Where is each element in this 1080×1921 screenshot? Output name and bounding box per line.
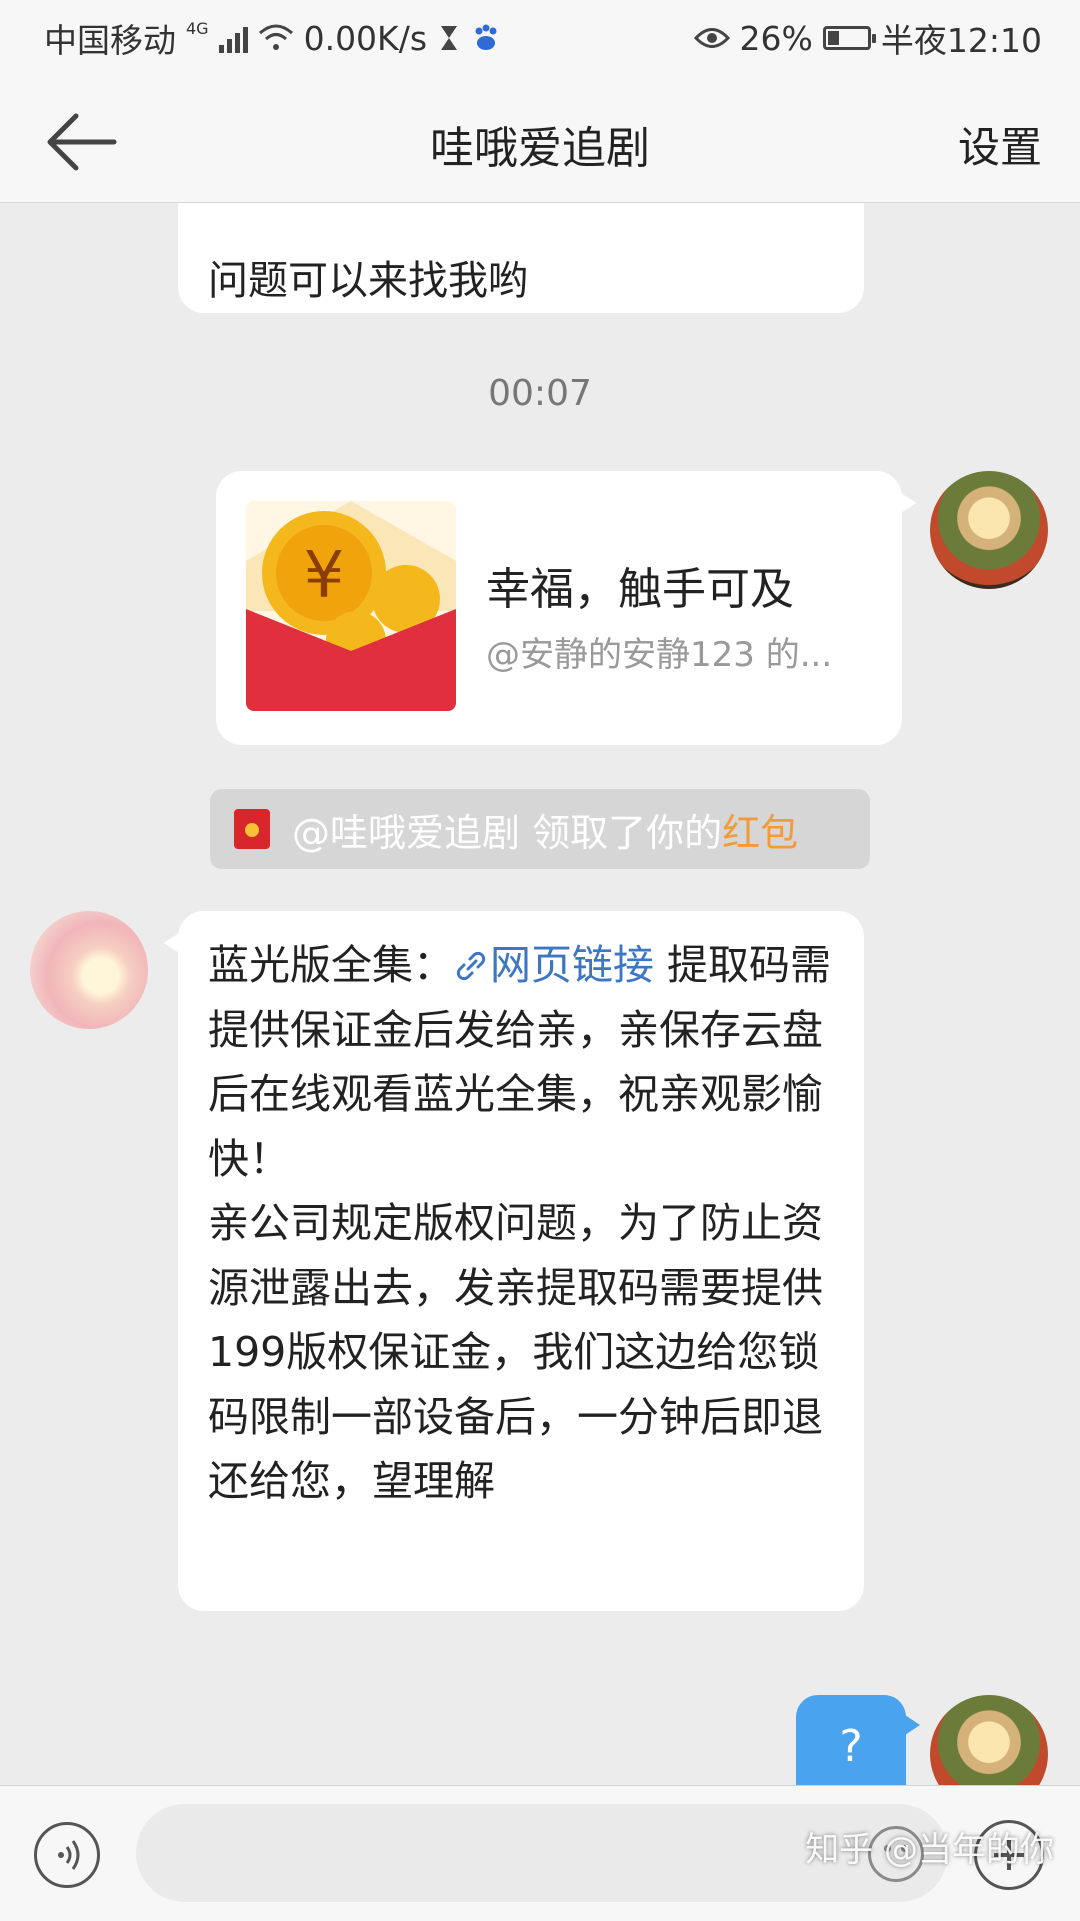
red-packet-subtitle: @安静的安静123 的...	[486, 635, 833, 675]
clock: 半夜12:10	[880, 21, 1042, 60]
svg-text:¥: ¥	[304, 539, 345, 613]
battery-percent: 26%	[739, 18, 813, 58]
sent-message-bubble[interactable]: ?	[796, 1695, 920, 1785]
settings-button[interactable]: 设置	[958, 114, 1042, 175]
timestamp: 00:07	[488, 373, 592, 414]
input-bar: 知乎 @当年的你	[0, 1785, 1080, 1921]
red-packet-icon: ¥	[246, 501, 456, 711]
red-packet-title: 幸福，触手可及	[486, 564, 794, 615]
hourglass-icon	[441, 26, 458, 50]
cut-off-line	[208, 203, 834, 249]
voice-icon[interactable]	[34, 1822, 100, 1888]
network-speed: 0.00K/s	[303, 18, 428, 58]
message-bubble-partial[interactable]: 问题可以来找我哟	[178, 203, 864, 313]
notice-highlight[interactable]: 红包	[722, 802, 798, 857]
message-text: ?	[839, 1721, 863, 1772]
status-left: 中国移动 4G 0.00K/s	[44, 14, 501, 62]
status-right: 26% 半夜12:10	[693, 14, 1042, 62]
message-text: 问题可以来找我哟	[208, 258, 528, 304]
eye-icon	[693, 28, 730, 48]
red-packet-small-icon	[234, 809, 270, 849]
baidu-icon	[475, 24, 497, 50]
link-text: 网页链接	[490, 941, 654, 989]
message-bubble[interactable]: 蓝光版全集： 网页链接 提取码需提供保证金后发给亲，亲保存云盘后在线观看蓝光全集，…	[164, 911, 864, 1611]
web-link[interactable]: 网页链接	[454, 941, 654, 989]
chat-area[interactable]: 问题可以来找我哟 00:07 ¥ 幸福，触手可及 @安静的安静123 的... …	[0, 203, 1080, 1785]
message-body: 提取码需提供保证金后发给亲，亲保存云盘后在线观看蓝光全集，祝亲观影愉快！ 亲公司…	[208, 941, 832, 1505]
avatar[interactable]	[930, 1695, 1048, 1785]
message-prefix: 蓝光版全集：	[208, 941, 454, 989]
message-text: 蓝光版全集： 网页链接 提取码需提供保证金后发给亲，亲保存云盘后在线观看蓝光全集，…	[208, 933, 836, 1514]
avatar[interactable]	[930, 471, 1048, 589]
notice-text: @哇哦爱追剧 领取了你的	[292, 810, 723, 855]
avatar[interactable]	[30, 911, 148, 1029]
watermark: 知乎 @当年的你	[805, 1830, 1054, 1870]
carrier-name: 中国移动	[44, 21, 176, 60]
chat-title: 哇哦爱追剧	[430, 123, 650, 174]
signal-icon	[218, 23, 248, 53]
red-packet-message[interactable]: ¥ 幸福，触手可及 @安静的安静123 的...	[216, 471, 916, 745]
status-bar: 中国移动 4G 0.00K/s 26% 半夜12:10	[0, 0, 1080, 76]
wifi-icon	[258, 24, 293, 50]
nav-bar: 哇哦爱追剧 设置	[0, 76, 1080, 203]
link-icon	[456, 951, 486, 981]
battery-icon	[822, 26, 876, 50]
network-badge: 4G	[186, 18, 209, 38]
system-notice: @哇哦爱追剧 领取了你的 红包	[210, 789, 870, 869]
